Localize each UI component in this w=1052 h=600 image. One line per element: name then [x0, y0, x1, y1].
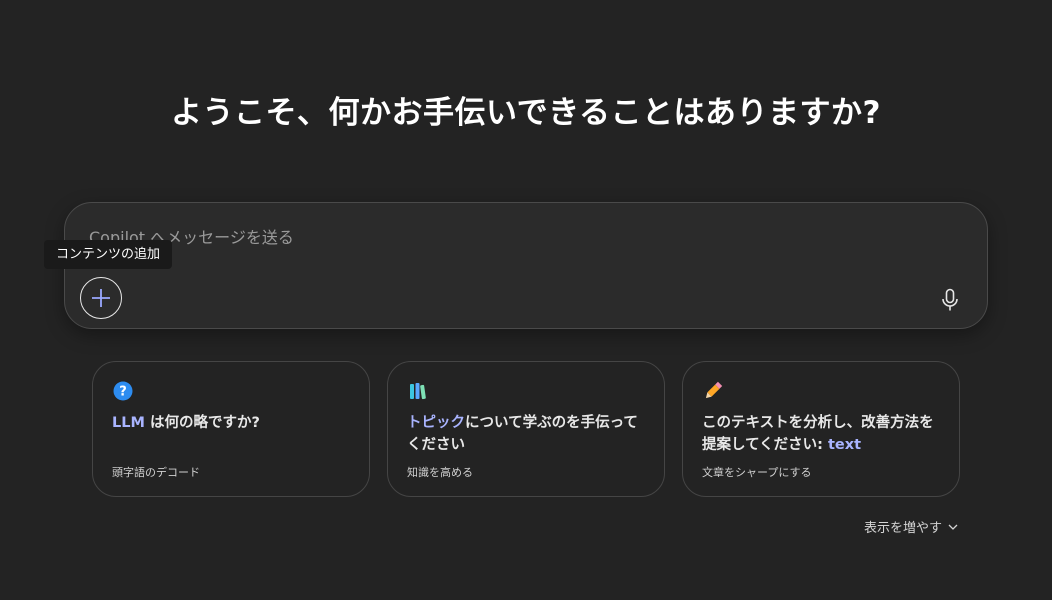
plus-icon: [92, 289, 110, 307]
suggestion-card-analyze-text[interactable]: このテキストを分析し、改善方法を提案してください: text 文章をシャープにす…: [682, 361, 960, 497]
show-more-label: 表示を増やす: [864, 521, 943, 536]
suggestion-card-subtitle: 知識を高める: [407, 466, 473, 479]
microphone-icon: [942, 288, 958, 311]
suggestion-card-subtitle: 頭字語のデコード: [112, 466, 200, 479]
suggestion-card-title: このテキストを分析し、改善方法を提案してください: text: [702, 415, 934, 453]
add-content-button[interactable]: [80, 277, 122, 319]
page-title: ようこそ、何かお手伝いできることはありますか?: [171, 94, 881, 131]
message-composer: [64, 202, 988, 329]
chevron-down-icon: [948, 524, 958, 530]
books-icon: [410, 383, 426, 400]
suggestion-card-title: トピックについて学ぶのを手伝ってください: [407, 415, 638, 453]
microphone-button[interactable]: [935, 285, 965, 315]
show-more-button[interactable]: 表示を増やす: [864, 517, 958, 536]
message-input[interactable]: [87, 221, 951, 253]
suggestion-card-topic[interactable]: トピックについて学ぶのを手伝ってください 知識を高める: [387, 361, 665, 497]
suggestion-card-llm[interactable]: ? LLM は何の略ですか? 頭字語のデコード: [92, 361, 370, 497]
pencil-icon: [705, 381, 723, 399]
svg-text:?: ?: [119, 385, 127, 400]
suggestion-card-title: LLM は何の略ですか?: [112, 415, 260, 431]
add-content-tooltip: コンテンツの追加: [44, 240, 173, 269]
suggestion-card-subtitle: 文章をシャープにする: [702, 466, 812, 479]
question-icon: ?: [113, 381, 133, 401]
